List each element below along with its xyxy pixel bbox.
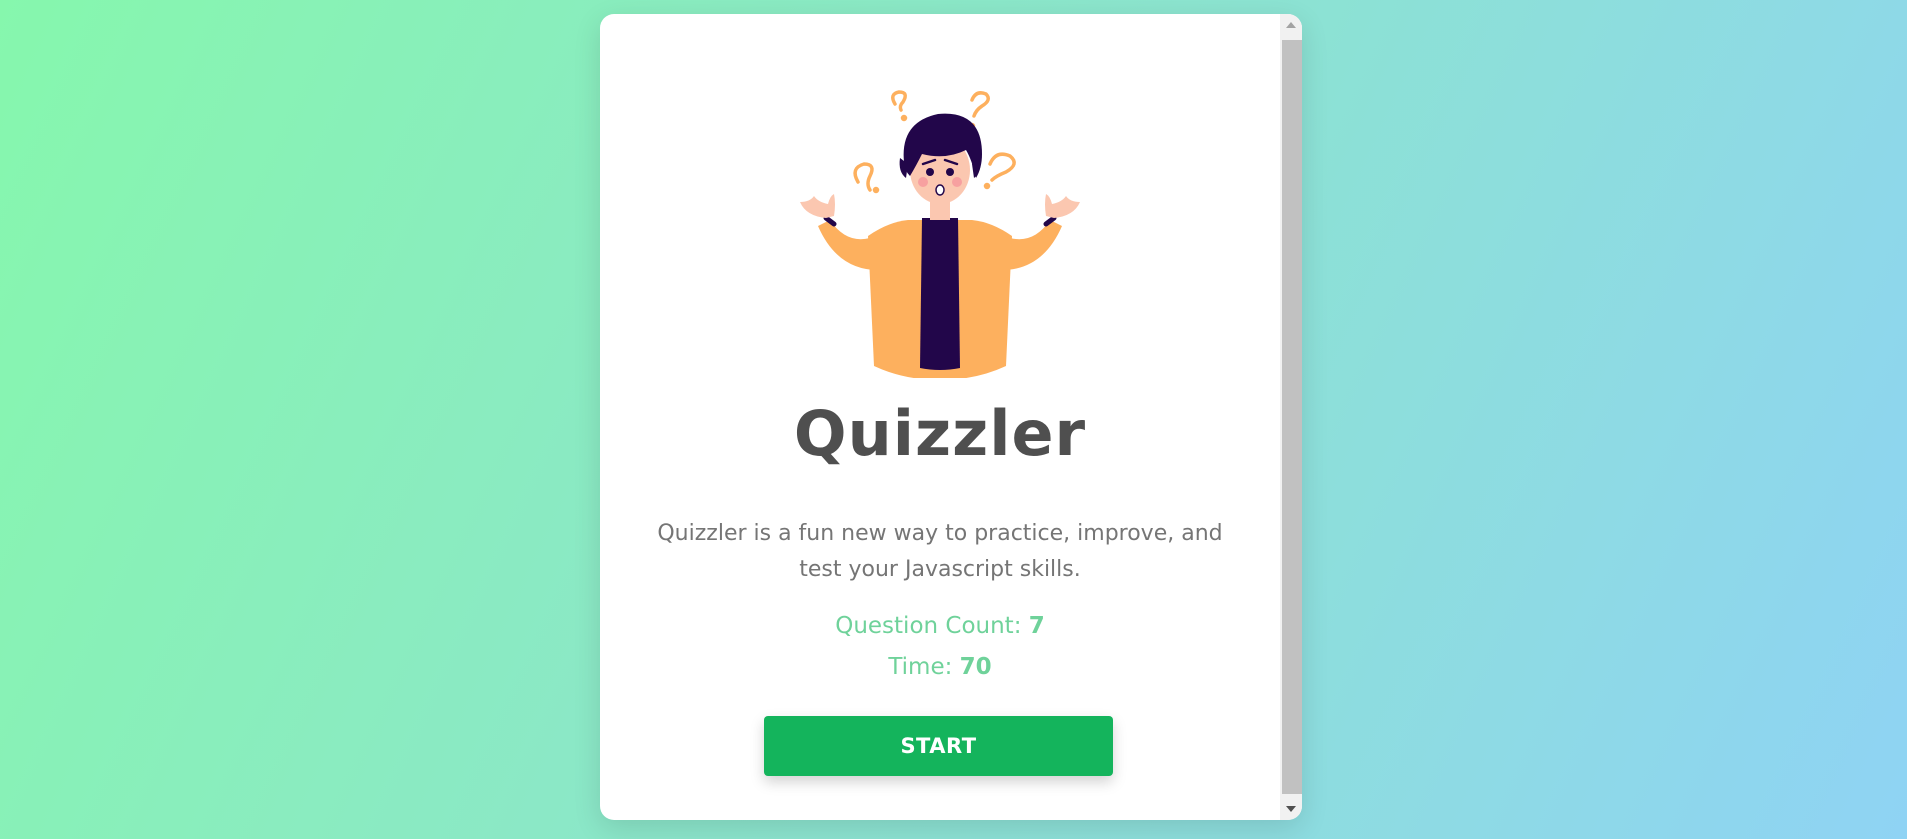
- time-label: Time:: [888, 654, 960, 680]
- scrollbar-thumb[interactable]: [1282, 40, 1302, 794]
- time-limit: Time: 70: [600, 650, 1280, 684]
- scroll-up-arrow-icon[interactable]: [1280, 14, 1302, 36]
- page-title: Quizzler: [793, 397, 1087, 470]
- app-description: Quizzler is a fun new way to practice, i…: [657, 521, 1223, 582]
- scroll-down-arrow-icon[interactable]: [1280, 798, 1302, 820]
- confused-person-illustration: [800, 90, 1080, 378]
- start-button[interactable]: START: [764, 716, 1113, 776]
- quiz-card: Quizzler Quizzler is a fun new way to pr…: [600, 14, 1302, 820]
- time-value: 70: [959, 654, 992, 680]
- vertical-scrollbar[interactable]: [1280, 14, 1302, 820]
- question-count-label: Question Count:: [835, 613, 1029, 639]
- question-count: Question Count: 7: [600, 609, 1280, 643]
- quiz-card-content: Quizzler Quizzler is a fun new way to pr…: [600, 14, 1280, 820]
- question-count-value: 7: [1028, 613, 1045, 639]
